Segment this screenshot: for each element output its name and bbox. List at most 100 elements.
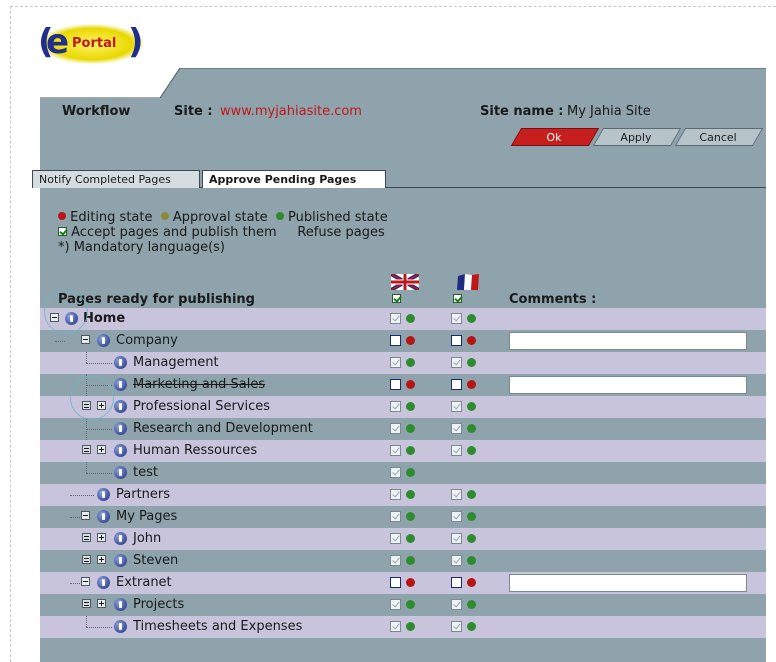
english-checkbox[interactable]	[390, 533, 401, 544]
english-checkbox[interactable]	[390, 621, 401, 632]
expand-toggle-icon[interactable]	[97, 599, 106, 608]
select-all-french-checkbox[interactable]	[453, 294, 462, 303]
page-label-timesheets[interactable]: Timesheets and Expenses	[133, 619, 302, 634]
page-label-projects[interactable]: Projects	[133, 597, 184, 612]
apply-button[interactable]: Apply	[592, 128, 682, 146]
tab-notify-completed[interactable]: Notify Completed Pages	[32, 170, 200, 188]
comment-field[interactable]	[509, 574, 747, 592]
page-label-marketing[interactable]: Marketing and Sales	[133, 377, 265, 392]
english-checkbox[interactable]	[390, 467, 401, 478]
page-label-human-ressources[interactable]: Human Ressources	[133, 443, 257, 458]
comment-field[interactable]	[509, 332, 747, 350]
table-row: My Pages	[40, 506, 766, 528]
english-checkbox[interactable]	[390, 511, 401, 522]
page-icon	[114, 620, 127, 633]
comment-field[interactable]	[509, 376, 747, 394]
french-checkbox[interactable]	[451, 379, 462, 390]
french-flag-icon	[457, 274, 479, 290]
page-icon	[97, 488, 110, 501]
select-all-english-checkbox[interactable]	[392, 294, 401, 303]
page-label-partners[interactable]: Partners	[116, 487, 170, 502]
french-checkbox[interactable]	[451, 357, 462, 368]
page-label-my-pages[interactable]: My Pages	[116, 509, 177, 524]
table-row: Human Ressources	[40, 440, 766, 462]
collapse-toggle-icon[interactable]	[81, 511, 90, 520]
published-state-icon	[406, 424, 415, 433]
english-checkbox[interactable]	[390, 423, 401, 434]
page-icon	[114, 400, 127, 413]
french-checkbox[interactable]	[451, 577, 462, 588]
page-label-home[interactable]: Home	[83, 311, 125, 326]
tree-line	[55, 341, 65, 342]
french-checkbox[interactable]	[451, 401, 462, 412]
tree-line	[86, 616, 87, 627]
ok-button[interactable]: Ok	[510, 128, 600, 146]
logo-portal-text: Portal	[72, 36, 117, 51]
french-checkbox[interactable]	[451, 313, 462, 324]
page-label-company[interactable]: Company	[116, 333, 178, 348]
logo-close-paren: )	[128, 22, 144, 62]
pages-header: Pages ready for publishing	[58, 292, 255, 307]
page-icon	[97, 334, 110, 347]
english-checkbox[interactable]	[390, 379, 401, 390]
table-row: Professional Services	[40, 396, 766, 418]
expand-all-icon[interactable]	[82, 555, 91, 564]
french-checkbox[interactable]	[451, 621, 462, 632]
page-label-management[interactable]: Management	[133, 355, 219, 370]
tree-line	[70, 517, 80, 518]
table-row: Extranet	[40, 572, 766, 594]
french-checkbox[interactable]	[451, 511, 462, 522]
expand-all-icon[interactable]	[82, 533, 91, 542]
legend-editing: Editing state	[70, 210, 153, 225]
logo-e: e	[38, 24, 69, 60]
click-highlight-ring	[70, 376, 114, 420]
french-checkbox[interactable]	[451, 533, 462, 544]
site-name-value: My Jahia Site	[567, 104, 651, 119]
table-row: Marketing and Sales	[40, 374, 766, 396]
french-checkbox[interactable]	[451, 555, 462, 566]
french-checkbox[interactable]	[451, 599, 462, 610]
published-state-icon	[406, 490, 415, 499]
english-checkbox[interactable]	[390, 313, 401, 324]
english-checkbox[interactable]	[390, 357, 401, 368]
table-row: Management	[40, 352, 766, 374]
english-checkbox[interactable]	[390, 401, 401, 412]
english-checkbox[interactable]	[390, 335, 401, 346]
tree-line	[86, 363, 112, 364]
english-checkbox[interactable]	[390, 489, 401, 500]
expand-toggle-icon[interactable]	[97, 555, 106, 564]
expand-toggle-icon[interactable]	[97, 445, 106, 454]
page-label-professional-services[interactable]: Professional Services	[133, 399, 270, 414]
editing-state-icon	[467, 578, 476, 587]
table-row: Company	[40, 330, 766, 352]
published-state-dot-icon	[275, 212, 284, 220]
expand-toggle-icon[interactable]	[97, 533, 106, 542]
tab-strip: Notify Completed Pages Approve Pending P…	[32, 168, 766, 188]
page-icon	[114, 378, 127, 391]
expand-all-icon[interactable]	[82, 445, 91, 454]
french-checkbox[interactable]	[451, 423, 462, 434]
page-label-extranet[interactable]: Extranet	[116, 575, 172, 590]
collapse-toggle-icon[interactable]	[81, 335, 90, 344]
english-checkbox[interactable]	[390, 577, 401, 588]
table-row: Partners	[40, 484, 766, 506]
published-state-icon	[467, 556, 476, 565]
cancel-button[interactable]: Cancel	[674, 128, 764, 146]
legend-approval: Approval state	[172, 210, 268, 225]
page-label-steven[interactable]: Steven	[133, 553, 178, 568]
dashed-frame-left	[10, 6, 11, 662]
page-label-test[interactable]: test	[133, 465, 158, 480]
page-label-research[interactable]: Research and Development	[133, 421, 313, 436]
french-checkbox[interactable]	[451, 445, 462, 456]
tab-approve-pending[interactable]: Approve Pending Pages	[202, 170, 386, 188]
collapse-toggle-icon[interactable]	[81, 577, 90, 586]
english-checkbox[interactable]	[390, 555, 401, 566]
french-checkbox[interactable]	[451, 489, 462, 500]
english-checkbox[interactable]	[390, 599, 401, 610]
page-label-john[interactable]: John	[133, 531, 161, 546]
french-checkbox[interactable]	[451, 335, 462, 346]
expand-all-icon[interactable]	[82, 599, 91, 608]
english-checkbox[interactable]	[390, 445, 401, 456]
published-state-icon	[467, 314, 476, 323]
editing-state-icon	[406, 578, 415, 587]
